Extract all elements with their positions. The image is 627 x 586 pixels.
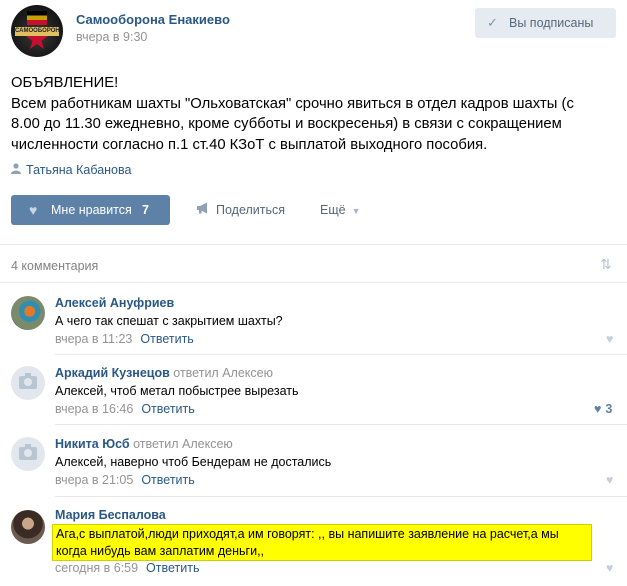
- sort-icon[interactable]: ⇅: [600, 256, 612, 273]
- heart-icon: ♥: [594, 402, 602, 416]
- reply-link[interactable]: Ответить: [140, 332, 193, 346]
- post-time[interactable]: вчера в 9:30: [76, 30, 147, 44]
- subscribed-label: Вы подписаны: [509, 16, 594, 30]
- post-text: ОБЪЯВЛЕНИЕ! Всем работникам шахты "Ольхо…: [11, 73, 611, 155]
- reply-to-label: ответил Алексею: [173, 366, 273, 380]
- heart-icon: ♥: [606, 473, 614, 487]
- camera-icon: [19, 444, 37, 460]
- like-button[interactable]: ♥ Мне нравится 7: [11, 195, 170, 225]
- more-label: Ещё: [320, 203, 346, 217]
- chevron-down-icon: ▼: [351, 206, 361, 216]
- comment-like-button[interactable]: ♥ 3: [594, 402, 612, 416]
- heart-icon: ♥: [606, 561, 614, 575]
- post-header: ★ САМООБОРОНА ЕНАКИЕВО Самооборона Енаки…: [11, 5, 616, 57]
- checkmark-icon: ✓: [487, 15, 498, 30]
- comment-author-name[interactable]: Мария Беспалова: [55, 508, 166, 522]
- group-name-link[interactable]: Самооборона Енакиево: [76, 12, 230, 27]
- share-label: Поделиться: [216, 203, 286, 217]
- share-button[interactable]: Поделиться: [196, 195, 285, 225]
- comment-time[interactable]: вчера в 11:23: [55, 332, 132, 346]
- comment-item: Никита Юсб ответил Алексею Алексей, наве…: [0, 424, 627, 494]
- comment-time[interactable]: вчера в 21:05: [55, 473, 133, 487]
- reply-to-label: ответил Алексею: [133, 437, 233, 451]
- reply-link[interactable]: Ответить: [146, 561, 199, 575]
- comment-text: А чего так спешат с закрытием шахты?: [55, 314, 283, 328]
- comment-time[interactable]: вчера в 16:46: [55, 402, 133, 416]
- comment-meta: вчера в 11:23 Ответить: [55, 332, 194, 346]
- comment-like-count: 3: [605, 402, 613, 416]
- post-text-line: ОБЪЯВЛЕНИЕ!: [11, 75, 119, 91]
- megaphone-icon: [196, 195, 210, 225]
- avatar[interactable]: [11, 437, 45, 471]
- comment-item: Аркадий Кузнецов ответил Алексею Алексей…: [0, 354, 627, 424]
- comment-like-button[interactable]: ♥: [606, 332, 613, 346]
- more-button[interactable]: Ещё ▼: [320, 195, 361, 225]
- comment-author: Мария Беспалова: [55, 508, 166, 522]
- heart-icon: ♥: [29, 202, 38, 218]
- avatar[interactable]: [11, 510, 45, 544]
- post-author[interactable]: Татьяна Кабанова: [11, 163, 131, 177]
- comment-author-name[interactable]: Никита Юсб: [55, 437, 130, 451]
- heart-icon: ♥: [606, 332, 614, 346]
- comment-like-button[interactable]: ♥: [606, 473, 613, 487]
- comment-meta: сегодня в 6:59 Ответить: [55, 561, 199, 575]
- comment-item: Алексей Ануфриев А чего так спешат с зак…: [0, 282, 627, 354]
- comment-like-button[interactable]: ♥: [606, 561, 613, 575]
- comment-time[interactable]: сегодня в 6:59: [55, 561, 138, 575]
- comment-text: Алексей, чтоб метал побыстрее вырезать: [55, 384, 299, 398]
- comment-text: Алексей, наверно чтоб Бендерам не достал…: [55, 455, 332, 469]
- post-text-line: Всем работникам шахты "Ольховатская" сро…: [11, 95, 574, 112]
- comment-meta: вчера в 21:05 Ответить: [55, 473, 195, 487]
- person-icon: [11, 163, 23, 177]
- avatar[interactable]: [11, 366, 45, 400]
- reply-link[interactable]: Ответить: [141, 473, 194, 487]
- comment-author: Никита Юсб ответил Алексею: [55, 437, 233, 451]
- comments-count: 4 комментария: [11, 259, 99, 273]
- reply-link[interactable]: Ответить: [141, 402, 194, 416]
- comment-text: Ага,с выплатой,люди приходят,а им говоря…: [56, 527, 559, 558]
- comment-meta: вчера в 16:46 Ответить: [55, 402, 195, 416]
- avatar-ribbon: САМООБОРОНА ЕНАКИЕВО: [15, 27, 59, 36]
- comment-author[interactable]: Алексей Ануфриев: [55, 296, 174, 310]
- post-text-line: численности согласно п.1 ст.40 КЗоТ с вы…: [11, 136, 488, 153]
- subscribed-button[interactable]: ✓ Вы подписаны: [475, 8, 616, 38]
- like-count: 7: [142, 203, 149, 217]
- comment-author-name[interactable]: Аркадий Кузнецов: [55, 366, 170, 380]
- comment-author: Аркадий Кузнецов ответил Алексею: [55, 366, 273, 380]
- like-label: Мне нравится: [51, 203, 132, 217]
- avatar[interactable]: [11, 296, 45, 330]
- comment-author-name[interactable]: Алексей Ануфриев: [55, 296, 174, 310]
- divider: [0, 244, 627, 245]
- group-avatar[interactable]: ★ САМООБОРОНА ЕНАКИЕВО: [11, 5, 63, 57]
- post-author-name: Татьяна Кабанова: [26, 163, 132, 177]
- post-text-line: 8.00 до 11.30 ежедневно, кроме субботы и…: [11, 116, 562, 132]
- camera-icon: [19, 373, 37, 389]
